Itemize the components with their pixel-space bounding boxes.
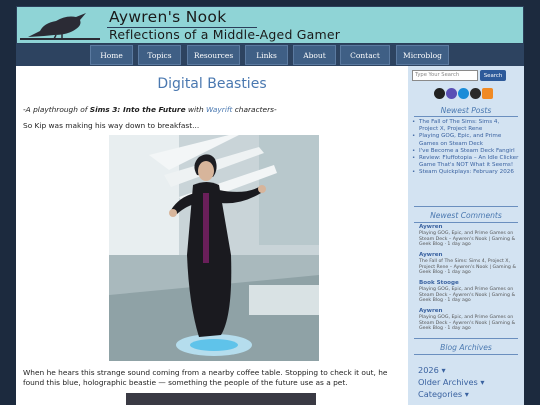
archives-top-rule xyxy=(414,338,518,339)
archive-2026-dropdown[interactable]: 2026 ▾ xyxy=(418,365,446,375)
rss-icon[interactable] xyxy=(482,88,493,99)
newest-post-item[interactable]: Playing GOG, Epic, and Prime Games on St… xyxy=(412,133,519,147)
nav-home[interactable]: Home xyxy=(90,45,133,65)
blog-archives-heading: Blog Archives xyxy=(440,343,492,352)
newest-post-item[interactable]: I've Become a Steam Deck Fangirl xyxy=(412,148,519,155)
comment-item: Aywren Playing GOG, Epic, and Prime Game… xyxy=(419,224,519,248)
threads-icon[interactable] xyxy=(470,88,481,99)
second-screenshot-image[interactable] xyxy=(126,393,316,405)
nav-resources[interactable]: Resources xyxy=(187,45,240,65)
comment-text[interactable]: Playing GOG, Epic, and Prime Games on St… xyxy=(419,231,519,248)
sidebar: Type Your Search Search Newest Posts The… xyxy=(408,66,524,405)
comment-text[interactable]: Playing GOG, Epic, and Prime Games on St… xyxy=(419,315,519,332)
sims-screenshot-image[interactable] xyxy=(109,135,319,361)
search-button[interactable]: Search xyxy=(480,70,506,81)
comment-item: Aywren Playing GOG, Epic, and Prime Game… xyxy=(419,308,519,332)
comment-text[interactable]: The Fall of The Sims: Sims 4, Project X,… xyxy=(419,259,519,276)
comments-rule xyxy=(414,222,518,223)
intro-with: with xyxy=(185,105,206,114)
newest-posts-heading: Newest Posts xyxy=(440,106,492,115)
comment-author[interactable]: Aywren xyxy=(419,224,519,231)
post-paragraph-1: So Kip was making his way down to breakf… xyxy=(23,121,200,130)
categories-dropdown[interactable]: Categories ▾ xyxy=(418,389,469,399)
newest-posts-list: The Fall of The Sims: Sims 4, Project X,… xyxy=(412,119,519,177)
main-nav: Home Topics Resources Links About Contac… xyxy=(16,44,524,66)
medium-icon[interactable] xyxy=(434,88,445,99)
intro-wayrift-link[interactable]: Wayrift xyxy=(206,105,232,114)
newest-comments-heading: Newest Comments xyxy=(430,211,502,220)
post-intro: -A playthrough of Sims 3: Into the Futur… xyxy=(23,105,403,115)
nav-microblog[interactable]: Microblog xyxy=(396,45,449,65)
bluesky-icon[interactable] xyxy=(458,88,469,99)
comment-item: Aywren The Fall of The Sims: Sims 4, Pro… xyxy=(419,252,519,276)
intro-suffix: characters- xyxy=(232,105,277,114)
nav-links[interactable]: Links xyxy=(245,45,288,65)
comment-author[interactable]: Aywren xyxy=(419,308,519,315)
comment-author[interactable]: Book Stooge xyxy=(419,280,519,287)
newest-post-item[interactable]: The Fall of The Sims: Sims 4, Project X,… xyxy=(412,119,519,133)
intro-game: Sims 3: Into the Future xyxy=(89,105,186,114)
archives-rule xyxy=(414,354,518,355)
site-subtitle: Reflections of a Middle-Aged Gamer xyxy=(109,27,341,42)
post-title[interactable]: Digital Beasties xyxy=(16,76,408,92)
newest-posts-rule xyxy=(414,116,518,117)
mastodon-icon[interactable] xyxy=(446,88,457,99)
newest-post-item[interactable]: Review: Fluffotopia – An Idle Clicker Ga… xyxy=(412,155,519,169)
post-paragraph-2: When he hears this strange sound coming … xyxy=(23,368,388,387)
main-content: Digital Beasties -A playthrough of Sims … xyxy=(16,66,408,405)
site-banner: Aywren's Nook Reflections of a Middle-Ag… xyxy=(16,6,524,44)
newest-post-item[interactable]: Steam Quickplays: February 2026 xyxy=(412,169,519,176)
comment-text[interactable]: Playing GOG, Epic, and Prime Games on St… xyxy=(419,287,519,304)
intro-prefix: -A playthrough of xyxy=(23,105,90,114)
site-title[interactable]: Aywren's Nook xyxy=(109,8,227,26)
nav-topics[interactable]: Topics xyxy=(138,45,181,65)
older-archives-dropdown[interactable]: Older Archives ▾ xyxy=(418,377,485,387)
comments-top-rule xyxy=(414,206,518,207)
comment-item: Book Stooge Playing GOG, Epic, and Prime… xyxy=(419,280,519,304)
comment-author[interactable]: Aywren xyxy=(419,252,519,259)
nav-about[interactable]: About xyxy=(293,45,336,65)
crow-logo-icon xyxy=(20,13,100,40)
nav-contact[interactable]: Contact xyxy=(340,45,390,65)
search-input[interactable]: Type Your Search xyxy=(412,70,478,81)
